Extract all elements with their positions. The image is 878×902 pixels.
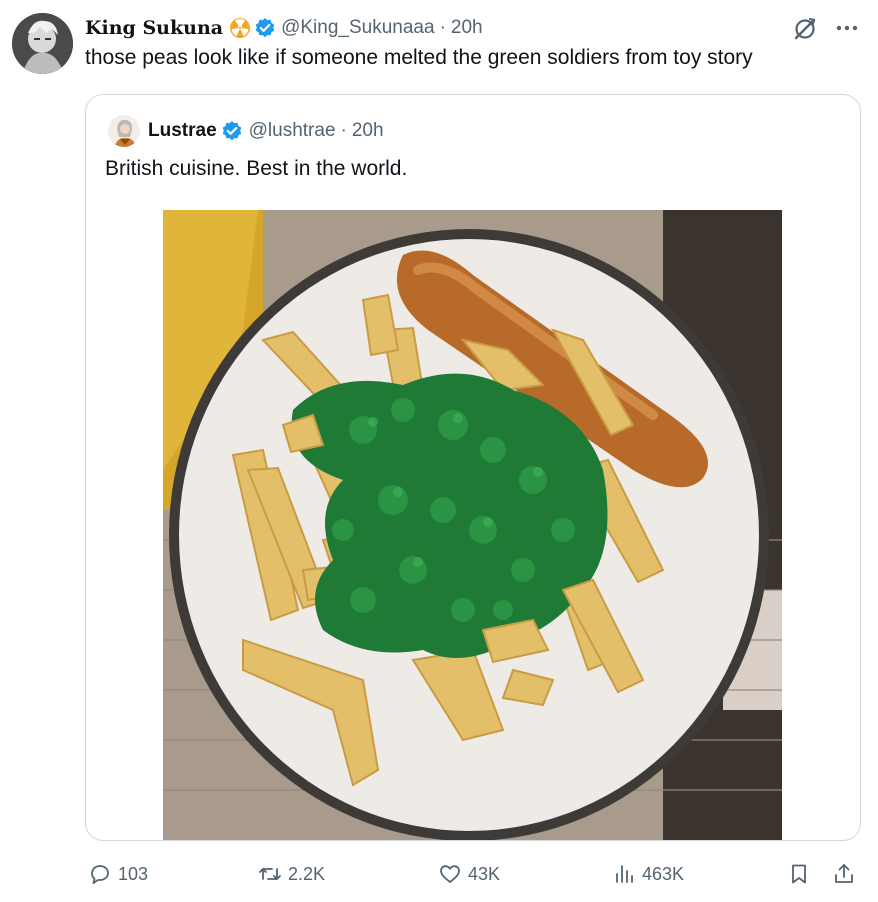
quoted-author-avatar-image <box>108 115 140 147</box>
tweet-header: King Sukuna @King_Sukunaaa · 20h <box>85 14 483 42</box>
verified-badge-icon <box>255 18 275 38</box>
quoted-author-avatar[interactable] <box>108 115 140 147</box>
like-count: 43K <box>468 863 501 884</box>
reply-button[interactable]: 103 <box>88 856 148 892</box>
view-count: 463K <box>642 863 685 884</box>
share-button[interactable] <box>832 856 856 892</box>
reply-icon <box>91 865 109 884</box>
repost-icon <box>259 868 281 880</box>
tweet-timestamp[interactable]: 20h <box>451 17 483 39</box>
tweet-text: those peas look like if someone melted t… <box>85 46 753 69</box>
quoted-author-display-name[interactable]: Lustrae <box>148 120 217 142</box>
share-icon <box>835 864 853 883</box>
food-photo <box>163 210 782 840</box>
grok-icon[interactable] <box>792 16 818 42</box>
repost-count: 2.2K <box>288 863 326 884</box>
radioactive-badge-icon <box>230 18 251 38</box>
action-bar: 103 2.2K 43K 463K <box>0 856 878 896</box>
quoted-author-handle[interactable]: @lushtrae <box>249 120 336 142</box>
quoted-tweet-photo[interactable] <box>163 210 782 840</box>
quoted-header-separator: · <box>340 120 347 141</box>
views-button[interactable]: 463K <box>612 856 684 892</box>
repost-button[interactable]: 2.2K <box>258 856 325 892</box>
header-separator: · <box>439 17 446 38</box>
heart-icon <box>440 865 460 883</box>
bookmark-button[interactable] <box>787 856 811 892</box>
quoted-tweet-card[interactable]: Lustrae @lushtrae · 20h British cuisine.… <box>85 94 861 841</box>
verified-badge-icon <box>222 121 241 141</box>
author-display-name[interactable]: King Sukuna <box>85 17 223 39</box>
more-options-icon[interactable] <box>834 18 860 38</box>
like-button[interactable]: 43K <box>438 856 500 892</box>
quoted-tweet-header: Lustrae @lushtrae · 20h <box>148 117 384 145</box>
author-handle[interactable]: @King_Sukunaaa <box>281 17 434 39</box>
reply-count: 103 <box>118 863 149 884</box>
quoted-tweet-text: British cuisine. Best in the world. <box>105 157 408 180</box>
quoted-tweet-timestamp[interactable]: 20h <box>352 120 384 142</box>
views-chart-icon <box>616 865 633 883</box>
author-avatar[interactable] <box>12 13 73 74</box>
bookmark-icon <box>792 864 806 884</box>
author-avatar-image <box>12 13 73 74</box>
